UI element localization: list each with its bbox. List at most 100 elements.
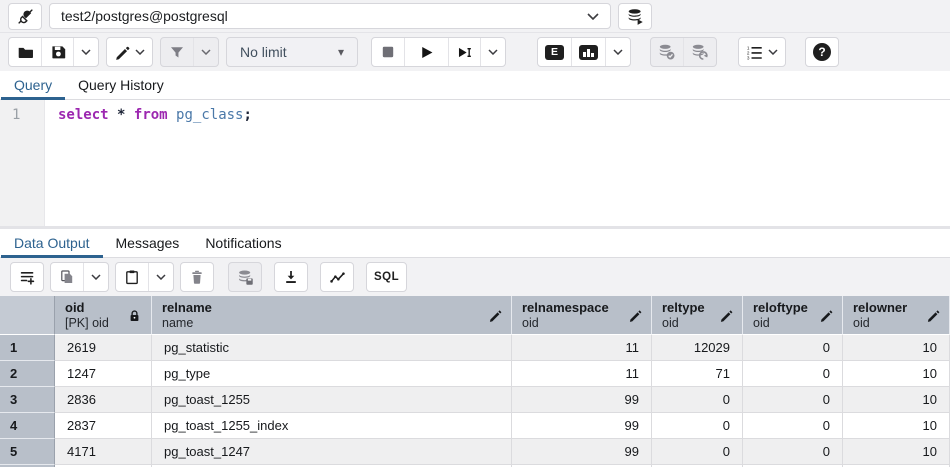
cell-reltype[interactable]: 71 <box>652 361 743 387</box>
execute-to-cursor-button[interactable] <box>448 38 480 66</box>
cell-relname[interactable]: pg_toast_1247 <box>152 439 512 465</box>
cell-relowner[interactable]: 10 <box>843 439 950 465</box>
graph-visualiser-button[interactable] <box>320 262 354 292</box>
cell-relowner[interactable]: 10 <box>843 335 950 361</box>
save-icon <box>50 44 66 60</box>
cell-reltype[interactable]: 0 <box>652 439 743 465</box>
tab-query-history[interactable]: Query History <box>65 71 177 99</box>
cell-relname[interactable]: pg_toast_1255 <box>152 387 512 413</box>
sql-code-line[interactable]: select * from pg_class; <box>45 100 252 226</box>
connection-select-value: test2/postgres@postgresql <box>61 8 228 24</box>
tab-data-output[interactable]: Data Output <box>1 229 103 257</box>
tab-query-label: Query <box>14 77 52 93</box>
help-button[interactable]: ? <box>805 37 839 67</box>
cell-relowner[interactable]: 10 <box>843 361 950 387</box>
cell-reloftype[interactable]: 0 <box>743 387 843 413</box>
column-header-relname[interactable]: relname name <box>152 296 512 335</box>
edit-menu-button[interactable] <box>107 38 152 66</box>
cell-relname[interactable]: pg_toast_1255_index <box>152 413 512 439</box>
row-selector[interactable] <box>0 465 55 467</box>
copy-options-button[interactable] <box>83 263 108 291</box>
cell-reloftype[interactable]: 0 <box>743 361 843 387</box>
explain-analyze-button[interactable] <box>571 38 605 66</box>
chevron-down-icon <box>91 274 101 280</box>
explain-options-button[interactable] <box>605 38 630 66</box>
copy-button[interactable] <box>51 263 83 291</box>
cell[interactable] <box>652 465 743 467</box>
select-all-cell[interactable] <box>0 296 55 335</box>
tab-query[interactable]: Query <box>1 71 65 99</box>
delete-row-button[interactable] <box>180 262 214 292</box>
explain-button-group: E <box>537 37 631 67</box>
cell-relowner[interactable]: 10 <box>843 387 950 413</box>
cell-oid[interactable]: 2837 <box>55 413 152 439</box>
tab-messages[interactable]: Messages <box>103 229 193 257</box>
download-results-button[interactable] <box>274 262 308 292</box>
explain-button[interactable]: E <box>538 38 571 66</box>
cell-reloftype[interactable]: 0 <box>743 335 843 361</box>
cell-oid[interactable]: 4171 <box>55 439 152 465</box>
cell-oid[interactable]: 1247 <box>55 361 152 387</box>
save-data-changes-button[interactable] <box>228 262 262 292</box>
cell-relnamespace[interactable]: 11 <box>512 361 652 387</box>
cell-reloftype[interactable]: 0 <box>743 439 843 465</box>
rollback-icon <box>691 43 709 61</box>
execute-button[interactable] <box>404 38 448 66</box>
column-header-reltype[interactable]: reltype oid <box>652 296 743 335</box>
cell[interactable] <box>55 465 152 467</box>
filter-icon <box>169 44 185 60</box>
header-row: oid [PK] oid <box>0 296 950 335</box>
cell-relnamespace[interactable]: 99 <box>512 439 652 465</box>
cell-oid[interactable]: 2619 <box>55 335 152 361</box>
explain-analyze-icon <box>579 45 598 60</box>
row-selector[interactable]: 3 <box>0 387 55 413</box>
column-header-oid[interactable]: oid [PK] oid <box>55 296 152 335</box>
macros-button[interactable]: 1 2 3 <box>739 38 785 66</box>
paste-button[interactable] <box>116 263 148 291</box>
cell-reltype[interactable]: 12029 <box>652 335 743 361</box>
cell-relname[interactable]: pg_statistic <box>152 335 512 361</box>
output-toolbar: SQL <box>0 258 950 296</box>
filter-button[interactable] <box>161 38 193 66</box>
row-limit-select[interactable]: No limit ▾ <box>226 37 358 67</box>
cell-reloftype[interactable]: 0 <box>743 413 843 439</box>
connection-status-button[interactable] <box>8 3 42 30</box>
column-header-relnamespace[interactable]: relnamespace oid <box>512 296 652 335</box>
cell-reltype[interactable]: 0 <box>652 413 743 439</box>
tab-notifications[interactable]: Notifications <box>192 229 294 257</box>
sql-editor[interactable]: 1 select * from pg_class; <box>0 100 950 226</box>
cell-relnamespace[interactable]: 99 <box>512 413 652 439</box>
commit-button[interactable] <box>651 38 683 66</box>
cell-relname[interactable]: pg_type <box>152 361 512 387</box>
row-selector[interactable]: 5 <box>0 439 55 465</box>
connection-select[interactable]: test2/postgres@postgresql <box>49 3 611 29</box>
stop-button[interactable] <box>372 38 404 66</box>
row-selector[interactable]: 4 <box>0 413 55 439</box>
show-sql-button[interactable]: SQL <box>366 262 407 292</box>
cell[interactable] <box>512 465 652 467</box>
cell[interactable] <box>743 465 843 467</box>
new-connection-button[interactable] <box>618 3 652 30</box>
cell-reltype[interactable]: 0 <box>652 387 743 413</box>
row-selector[interactable]: 1 <box>0 335 55 361</box>
open-file-button[interactable] <box>9 38 41 66</box>
sql-star: * <box>117 107 125 123</box>
line-number: 1 <box>12 107 20 123</box>
row-selector[interactable]: 2 <box>0 361 55 387</box>
cell-oid[interactable]: 2836 <box>55 387 152 413</box>
cell-relnamespace[interactable]: 11 <box>512 335 652 361</box>
save-options-button[interactable] <box>73 38 98 66</box>
column-type: [PK] oid <box>65 316 109 331</box>
cell-relnamespace[interactable]: 99 <box>512 387 652 413</box>
cell[interactable] <box>152 465 512 467</box>
filter-options-button[interactable] <box>193 38 218 66</box>
rollback-button[interactable] <box>683 38 716 66</box>
cell[interactable] <box>843 465 950 467</box>
column-header-relowner[interactable]: relowner oid <box>843 296 950 335</box>
execute-options-button[interactable] <box>480 38 505 66</box>
save-file-button[interactable] <box>41 38 73 66</box>
column-header-reloftype[interactable]: reloftype oid <box>743 296 843 335</box>
add-row-button[interactable] <box>10 262 44 292</box>
cell-relowner[interactable]: 10 <box>843 413 950 439</box>
paste-options-button[interactable] <box>148 263 173 291</box>
